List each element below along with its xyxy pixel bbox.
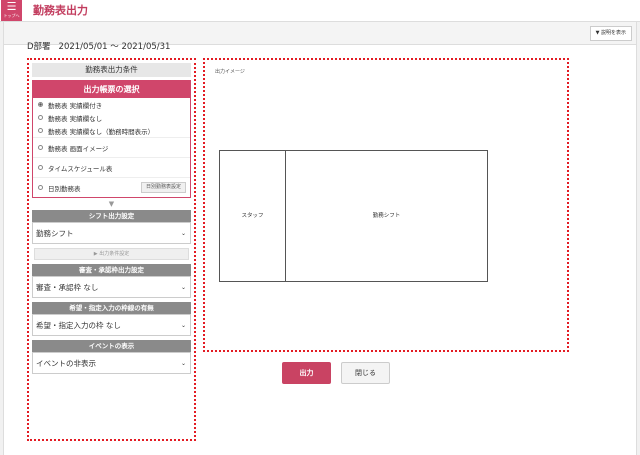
chevron-down-icon: ⌄ xyxy=(180,229,186,237)
form-select-box: 出力帳票の選択 勤務表 実績欄付き 勤務表 実績欄なし 勤務表 実績欄なし（勤務… xyxy=(32,80,191,198)
radio-option[interactable]: タイムスケジュール表 xyxy=(33,157,190,177)
output-conditions-panel: 勤務表出力条件 出力帳票の選択 勤務表 実績欄付き 勤務表 実績欄なし 勤務表 … xyxy=(27,58,196,441)
show-help-button[interactable]: ▼ 説明を表示 xyxy=(589,26,632,41)
shift-select[interactable]: 勤務シフト ⌄ xyxy=(32,222,191,244)
shift-settings-header: シフト出力設定 xyxy=(32,210,191,222)
conditions-header: 勤務表出力条件 xyxy=(32,63,191,77)
event-select[interactable]: イベントの非表示 ⌄ xyxy=(32,352,191,374)
chevron-down-icon: ⌄ xyxy=(180,283,186,291)
approval-select-value: 審査・承認枠 なし xyxy=(36,282,99,292)
radio-option[interactable]: 勤務表 実績欄なし（勤務時間表示） xyxy=(33,124,190,137)
radio-option[interactable]: 勤務表 実績欄付き xyxy=(33,98,190,111)
daily-settings-button[interactable]: 日別勤務表設定 xyxy=(140,182,186,193)
shift-select-value: 勤務シフト xyxy=(36,228,74,238)
approval-settings-header: 審査・承認枠出力設定 xyxy=(32,264,191,276)
event-select-value: イベントの非表示 xyxy=(36,358,96,368)
request-frame-header: 希望・指定入力の枠線の有無 xyxy=(32,302,191,314)
request-select-value: 希望・指定入力の枠 なし xyxy=(36,320,121,330)
option-label: 日別勤務表 xyxy=(48,184,81,193)
chevron-down-icon: ⌄ xyxy=(180,321,186,329)
request-frame-select[interactable]: 希望・指定入力の枠 なし ⌄ xyxy=(32,314,191,336)
chevron-down-icon: ⌄ xyxy=(180,359,186,367)
option-label: タイムスケジュール表 xyxy=(48,164,113,173)
option-label: 勤務表 実績欄付き xyxy=(48,101,103,110)
radio-icon[interactable] xyxy=(38,128,43,133)
output-preview-panel: 出力イメージ スタッフ 勤務シフト xyxy=(203,58,569,352)
option-label: 勤務表 実績欄なし（勤務時間表示） xyxy=(48,127,155,136)
radio-icon[interactable] xyxy=(38,145,43,150)
staff-column: スタッフ xyxy=(220,151,286,281)
menu-label: トップへ xyxy=(3,13,20,18)
radio-icon[interactable] xyxy=(38,185,43,190)
event-display-header: イベントの表示 xyxy=(32,340,191,352)
down-arrow-icon: ▼ xyxy=(108,200,115,208)
output-button[interactable]: 出力 xyxy=(282,362,331,384)
top-bar: ☰ トップへ 勤務表出力 xyxy=(0,0,640,22)
output-condition-button[interactable]: ▶ 出力条件設定 xyxy=(34,248,189,260)
preview-label: 出力イメージ xyxy=(215,69,245,75)
approval-select[interactable]: 審査・承認枠 なし ⌄ xyxy=(32,276,191,298)
hamburger-icon: ☰ xyxy=(6,0,17,13)
radio-icon[interactable] xyxy=(38,165,43,170)
period: 2021/05/01 ～ 2021/05/31 xyxy=(58,42,171,52)
option-label: 勤務表 実績欄なし xyxy=(48,114,103,123)
page-title: 勤務表出力 xyxy=(33,4,88,17)
preview-layout: スタッフ 勤務シフト xyxy=(219,150,488,282)
radio-option[interactable]: 勤務表 画面イメージ xyxy=(33,137,190,157)
radio-option[interactable]: 日別勤務表 日別勤務表設定 xyxy=(33,177,190,197)
form-select-title: 出力帳票の選択 xyxy=(33,81,190,98)
radio-selected-icon[interactable] xyxy=(38,102,43,107)
radio-icon[interactable] xyxy=(38,115,43,120)
radio-option[interactable]: 勤務表 実績欄なし xyxy=(33,111,190,124)
dept-name: D部署 xyxy=(27,42,51,52)
context-line: D部署 2021/05/01 ～ 2021/05/31 xyxy=(27,40,170,52)
shift-area: 勤務シフト xyxy=(372,213,401,219)
option-label: 勤務表 画面イメージ xyxy=(48,144,109,153)
close-button[interactable]: 閉じる xyxy=(341,362,390,384)
menu-button[interactable]: ☰ トップへ xyxy=(1,0,22,21)
